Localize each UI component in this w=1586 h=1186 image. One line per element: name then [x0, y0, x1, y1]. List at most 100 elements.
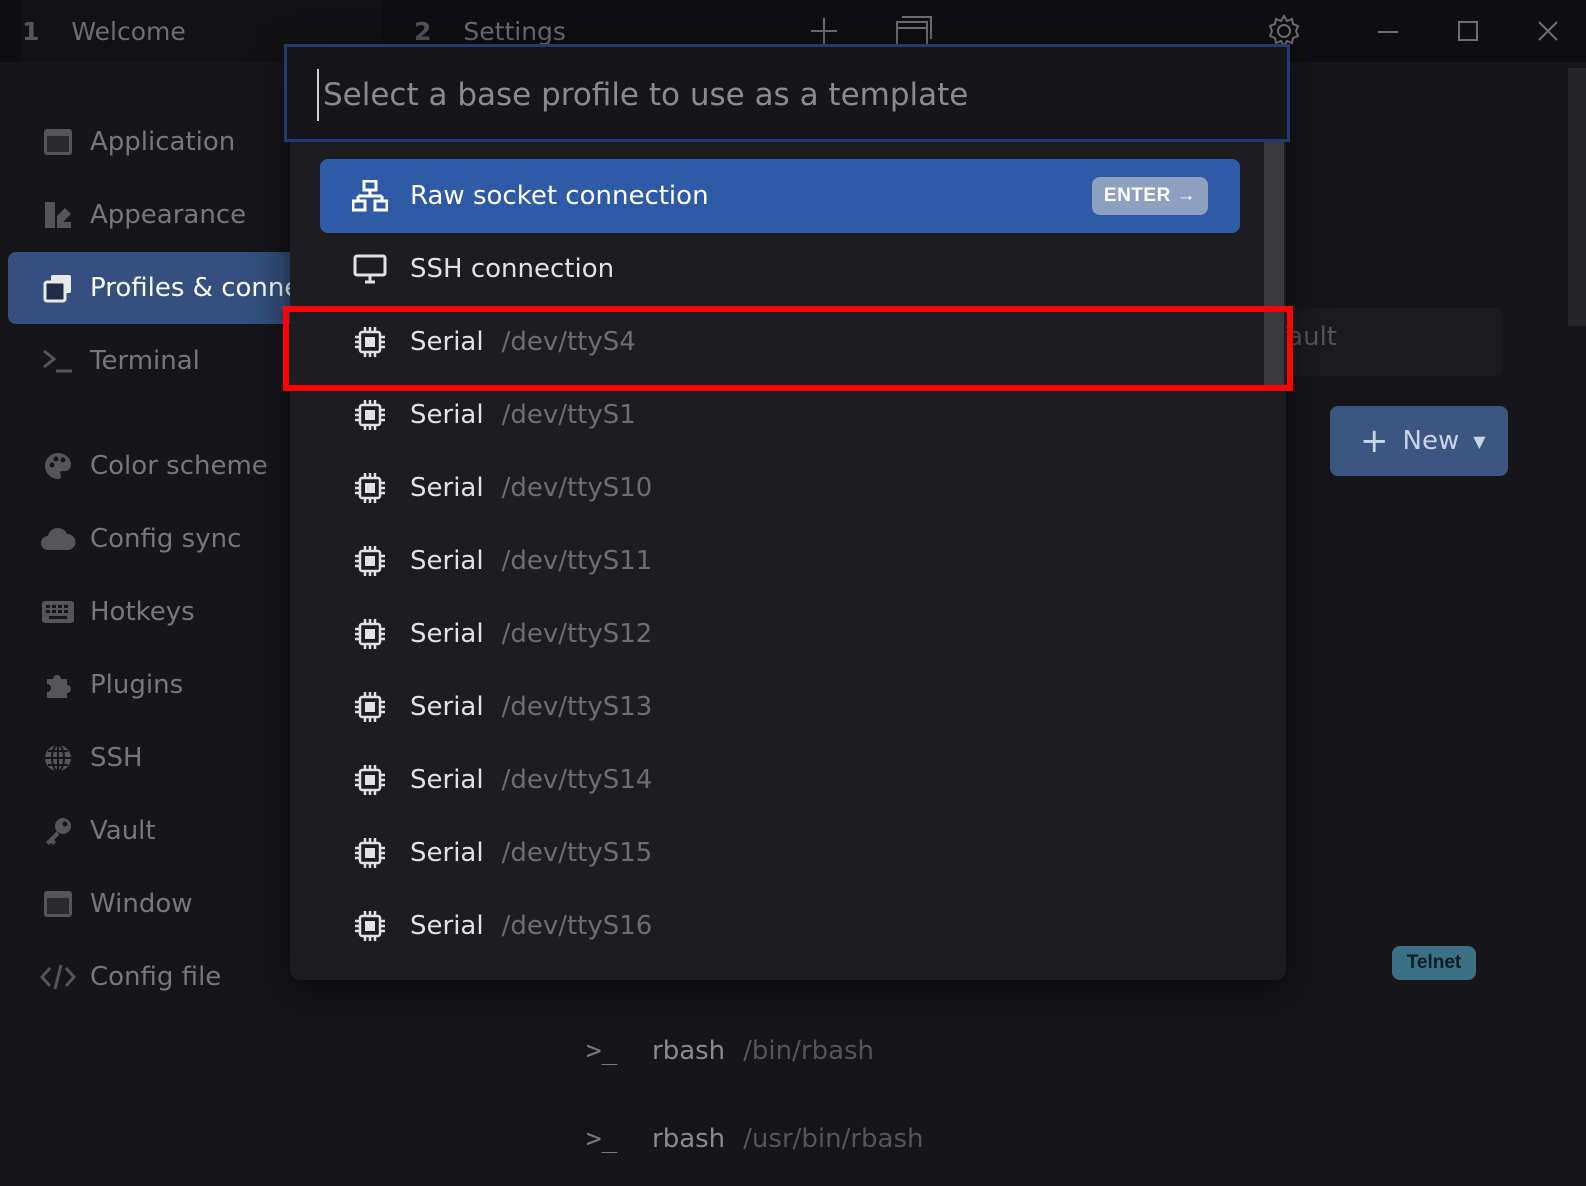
sidebar-item-label: Hotkeys	[90, 597, 195, 627]
plus-icon	[811, 18, 837, 44]
chip-icon	[350, 910, 390, 942]
gear-icon	[1268, 14, 1300, 48]
highlight-box	[283, 306, 1293, 391]
network-icon	[350, 180, 390, 212]
sidebar-item-label: Appearance	[90, 200, 247, 230]
option-serial[interactable]: Serial /dev/ttyS10	[320, 451, 1240, 525]
option-name: Serial	[410, 473, 484, 503]
window-icon	[896, 16, 932, 46]
profile-options-list: Raw socket connection ENTER → SSH connec…	[290, 44, 1286, 980]
sidebar-item-label: Plugins	[90, 670, 184, 700]
sidebar-item-config-file[interactable]: Config file	[8, 941, 338, 1013]
option-name: Serial	[410, 546, 484, 576]
option-name: Serial	[410, 838, 484, 868]
sidebar-item-label: Config file	[90, 962, 222, 992]
telnet-badge: Telnet	[1392, 946, 1476, 980]
window-icon	[40, 890, 76, 918]
sidebar-item-window[interactable]: Window	[8, 868, 338, 940]
profile-name: rbash	[652, 1124, 726, 1154]
new-button-label: New	[1402, 426, 1460, 456]
option-desc: /dev/ttyS13	[501, 692, 653, 722]
settings-sidebar: Application Appearance Profiles & connec…	[0, 62, 338, 1186]
sidebar-item-label: Terminal	[90, 346, 200, 376]
maximize-button[interactable]	[1438, 0, 1498, 62]
arrow-right-icon: →	[1176, 185, 1197, 206]
option-desc: /dev/ttyS10	[501, 473, 653, 503]
option-name: SSH connection	[410, 254, 615, 284]
keyboard-icon	[40, 600, 76, 624]
minimize-button[interactable]	[1358, 0, 1418, 62]
option-name: Serial	[410, 692, 484, 722]
option-desc: /dev/ttyS1	[501, 400, 636, 430]
chip-icon	[350, 545, 390, 577]
option-desc: /dev/ttyS15	[501, 838, 653, 868]
appearance-icon	[40, 200, 76, 230]
code-icon	[40, 963, 76, 991]
sidebar-item-plugins[interactable]: Plugins	[8, 649, 338, 721]
key-icon	[40, 816, 76, 846]
new-profile-button[interactable]: + New ▼	[1330, 406, 1508, 476]
chip-icon	[350, 837, 390, 869]
option-serial[interactable]: Serial /dev/ttyS16	[320, 889, 1240, 963]
tab-index: 2	[414, 16, 432, 46]
option-name: Serial	[410, 619, 484, 649]
plus-icon: +	[1360, 421, 1389, 461]
sidebar-item-config-sync[interactable]: Config sync	[8, 503, 338, 575]
sidebar-item-label: Color scheme	[90, 451, 268, 481]
terminal-icon: >_	[586, 1124, 618, 1154]
sidebar-item-label: Profiles & connec	[90, 273, 315, 303]
sidebar-item-hotkeys[interactable]: Hotkeys	[8, 576, 338, 648]
option-name: Raw socket connection	[410, 181, 709, 211]
chip-icon	[350, 472, 390, 504]
sidebar-item-ssh[interactable]: SSH	[8, 722, 338, 794]
palette-icon	[40, 451, 76, 481]
enter-badge: ENTER →	[1092, 177, 1208, 215]
profile-name: rbash	[652, 1036, 726, 1066]
sidebar-item-label: Config sync	[90, 524, 242, 554]
sidebar-item-appearance[interactable]: Appearance	[8, 179, 338, 251]
sidebar-item-vault[interactable]: Vault	[8, 795, 338, 867]
profile-search-input[interactable]	[317, 69, 1255, 121]
sidebar-item-label: Vault	[90, 816, 156, 846]
option-name: Serial	[410, 400, 484, 430]
profile-template-dialog: Raw socket connection ENTER → SSH connec…	[284, 44, 1290, 980]
minimize-icon	[1378, 31, 1398, 33]
application-icon	[40, 128, 76, 156]
tab-label: Settings	[463, 16, 566, 46]
terminal-icon: >_	[586, 1036, 618, 1066]
option-serial[interactable]: Serial /dev/ttyS13	[320, 670, 1240, 744]
close-button[interactable]	[1518, 0, 1578, 62]
page-scrollbar[interactable]	[1568, 68, 1586, 326]
tab-index: 1	[22, 16, 40, 46]
globe-icon	[40, 743, 76, 773]
option-serial[interactable]: Serial /dev/ttyS14	[320, 743, 1240, 817]
cloud-icon	[40, 526, 76, 552]
profile-path: /usr/bin/rbash	[743, 1124, 924, 1154]
puzzle-icon	[40, 670, 76, 700]
sidebar-item-label: SSH	[90, 743, 143, 773]
tab-label: Welcome	[71, 16, 186, 46]
option-ssh[interactable]: SSH connection	[320, 232, 1240, 306]
profiles-icon	[40, 273, 76, 303]
sidebar-item-label: Window	[90, 889, 193, 919]
option-desc: /dev/ttyS12	[501, 619, 653, 649]
sidebar-item-color-scheme[interactable]: Color scheme	[8, 430, 338, 502]
option-raw-socket[interactable]: Raw socket connection ENTER →	[320, 159, 1240, 233]
option-name: Serial	[410, 911, 484, 941]
chip-icon	[350, 618, 390, 650]
profile-row[interactable]: >_ rbash /bin/rbash	[586, 1026, 874, 1076]
search-box	[284, 44, 1290, 142]
enter-label: ENTER	[1103, 185, 1171, 206]
chip-icon	[350, 691, 390, 723]
chevron-down-icon: ▼	[1473, 431, 1486, 451]
sidebar-item-label: Application	[90, 127, 236, 157]
option-serial[interactable]: Serial /dev/ttyS12	[320, 597, 1240, 671]
chip-icon	[350, 399, 390, 431]
profile-path: /bin/rbash	[743, 1036, 875, 1066]
option-serial[interactable]: Serial /dev/ttyS11	[320, 524, 1240, 598]
option-serial[interactable]: Serial /dev/ttyS15	[320, 816, 1240, 890]
chip-icon	[350, 764, 390, 796]
desktop-icon	[350, 254, 390, 284]
profile-row[interactable]: >_ rbash /usr/bin/rbash	[586, 1114, 924, 1164]
terminal-icon	[40, 348, 76, 374]
